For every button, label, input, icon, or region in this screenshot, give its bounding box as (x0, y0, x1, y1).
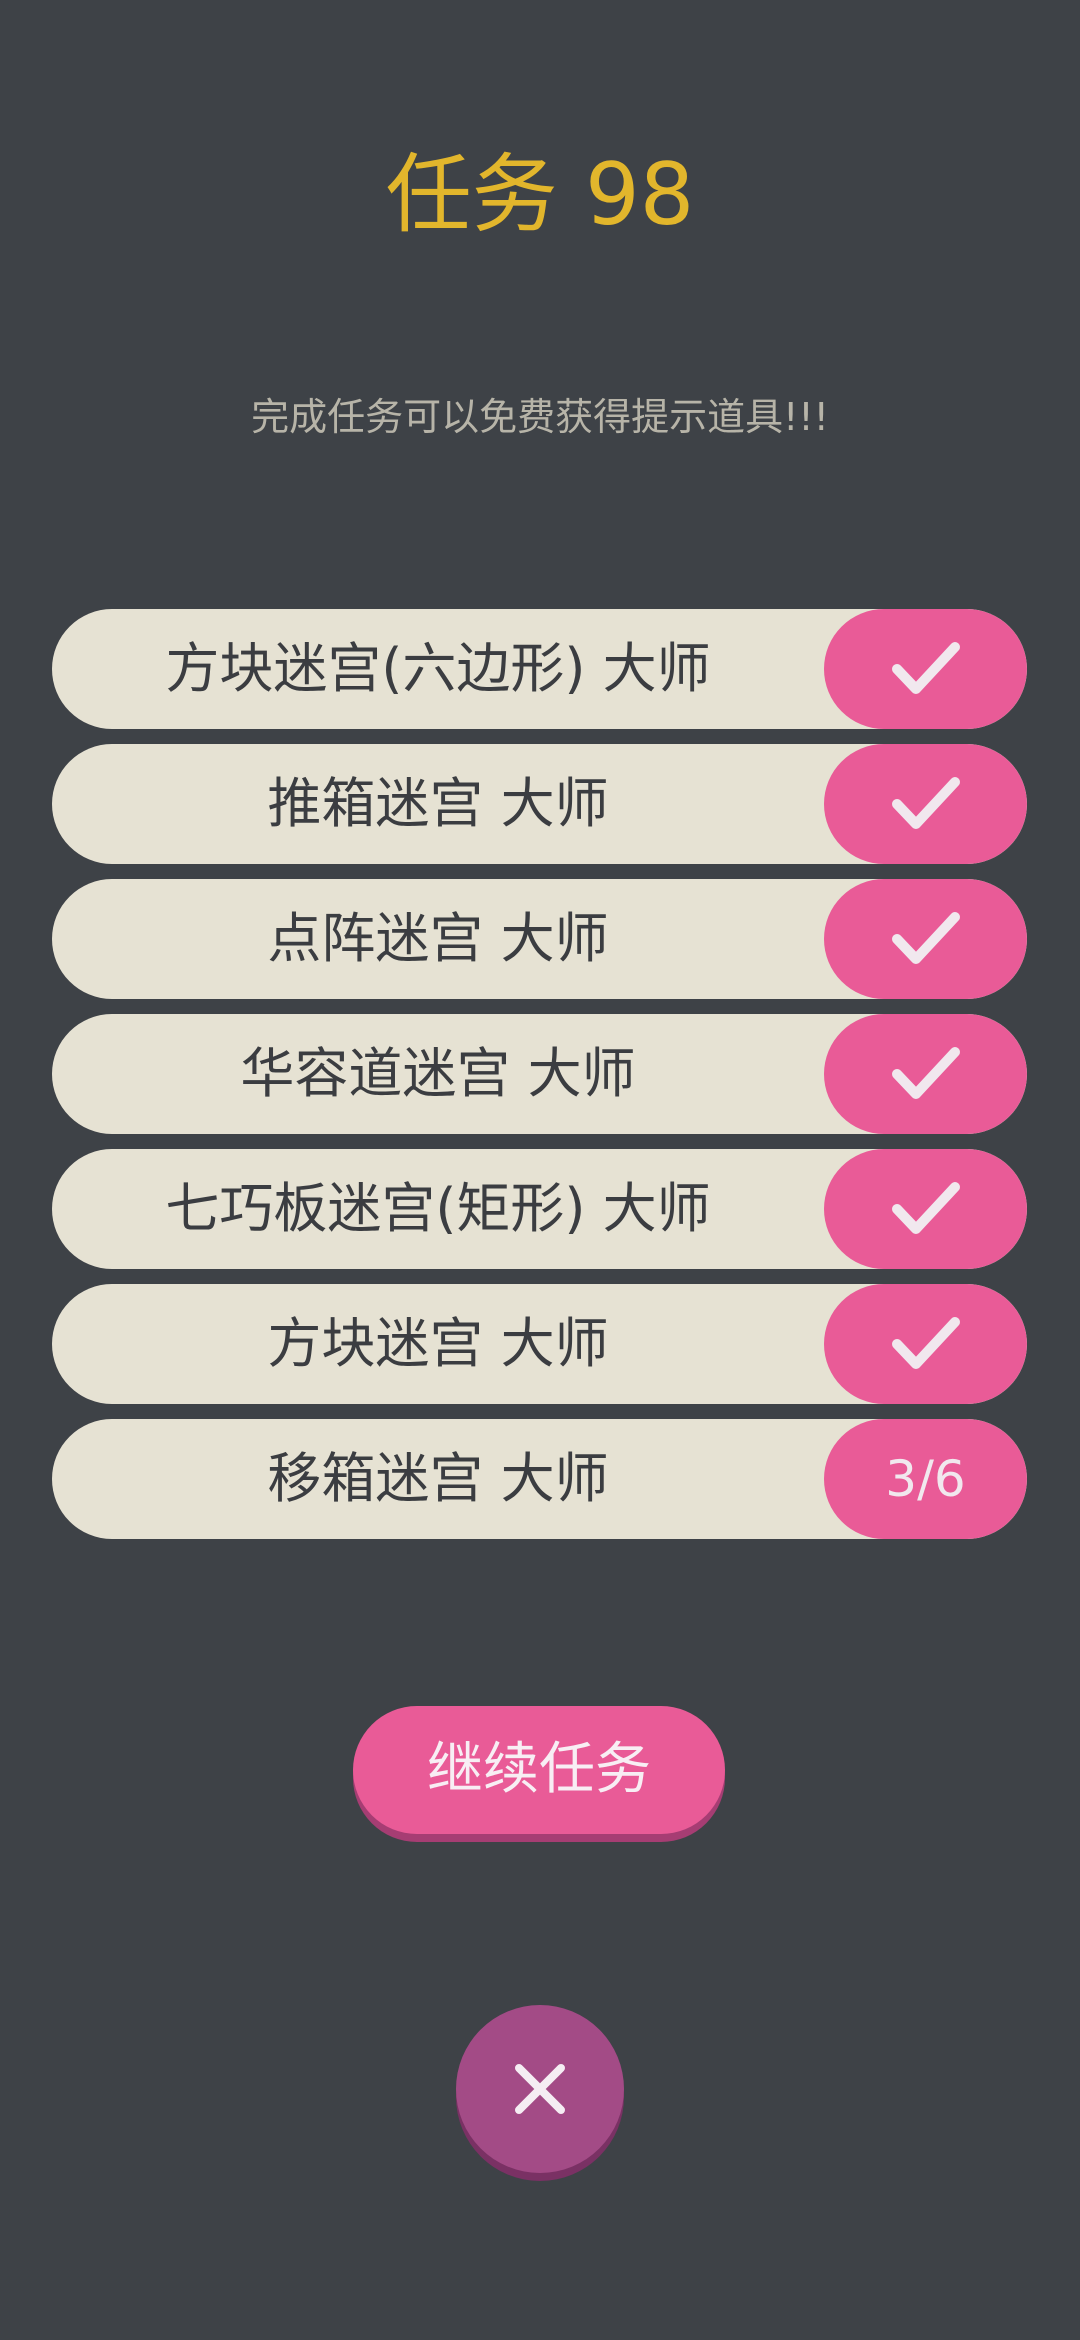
task-label: 七巧板迷宫(矩形) 大师 (165, 1177, 711, 1240)
task-progress-badge: 3/6 (824, 1419, 1027, 1539)
task-row-move-box-maze: 移箱迷宫 大师 3/6 (52, 1419, 1027, 1539)
task-label: 方块迷宫(六边形) 大师 (165, 637, 711, 700)
task-row-huarong-maze: 华容道迷宫 大师 (52, 1014, 1027, 1134)
task-row-hex-block-maze: 方块迷宫(六边形) 大师 (52, 609, 1027, 729)
page-title: 任务 98 (385, 145, 695, 245)
task-label: 推箱迷宫 大师 (267, 772, 609, 835)
page-subtitle: 完成任务可以免费获得提示道具!!! (251, 395, 829, 439)
task-screen: 任务 98 完成任务可以免费获得提示道具!!! 方块迷宫(六边形) 大师 推箱迷… (0, 0, 1080, 2340)
task-complete-badge (824, 1149, 1027, 1269)
task-row-tangram-rectangle-maze: 七巧板迷宫(矩形) 大师 (52, 1149, 1027, 1269)
task-row-dot-matrix-maze: 点阵迷宫 大师 (52, 879, 1027, 999)
check-icon (891, 642, 960, 694)
task-complete-badge (824, 609, 1027, 729)
task-label: 方块迷宫 大师 (267, 1312, 609, 1375)
task-complete-badge (824, 744, 1027, 864)
task-label: 华容道迷宫 大师 (240, 1042, 636, 1105)
check-icon (891, 1182, 960, 1234)
task-complete-badge (824, 1284, 1027, 1404)
check-icon (891, 1317, 960, 1369)
continue-task-button[interactable]: 继续任务 (353, 1706, 725, 1834)
check-icon (891, 912, 960, 964)
task-row-push-box-maze: 推箱迷宫 大师 (52, 744, 1027, 864)
task-label: 点阵迷宫 大师 (267, 907, 609, 970)
check-icon (891, 777, 960, 829)
close-icon (515, 2064, 565, 2114)
task-label: 移箱迷宫 大师 (267, 1447, 609, 1510)
task-row-block-maze: 方块迷宫 大师 (52, 1284, 1027, 1404)
task-complete-badge (824, 1014, 1027, 1134)
check-icon (891, 1047, 960, 1099)
task-complete-badge (824, 879, 1027, 999)
close-button[interactable] (456, 2005, 624, 2173)
task-list: 方块迷宫(六边形) 大师 推箱迷宫 大师 点阵迷宫 大师 华容道迷宫 大师 七巧… (52, 609, 1027, 1554)
